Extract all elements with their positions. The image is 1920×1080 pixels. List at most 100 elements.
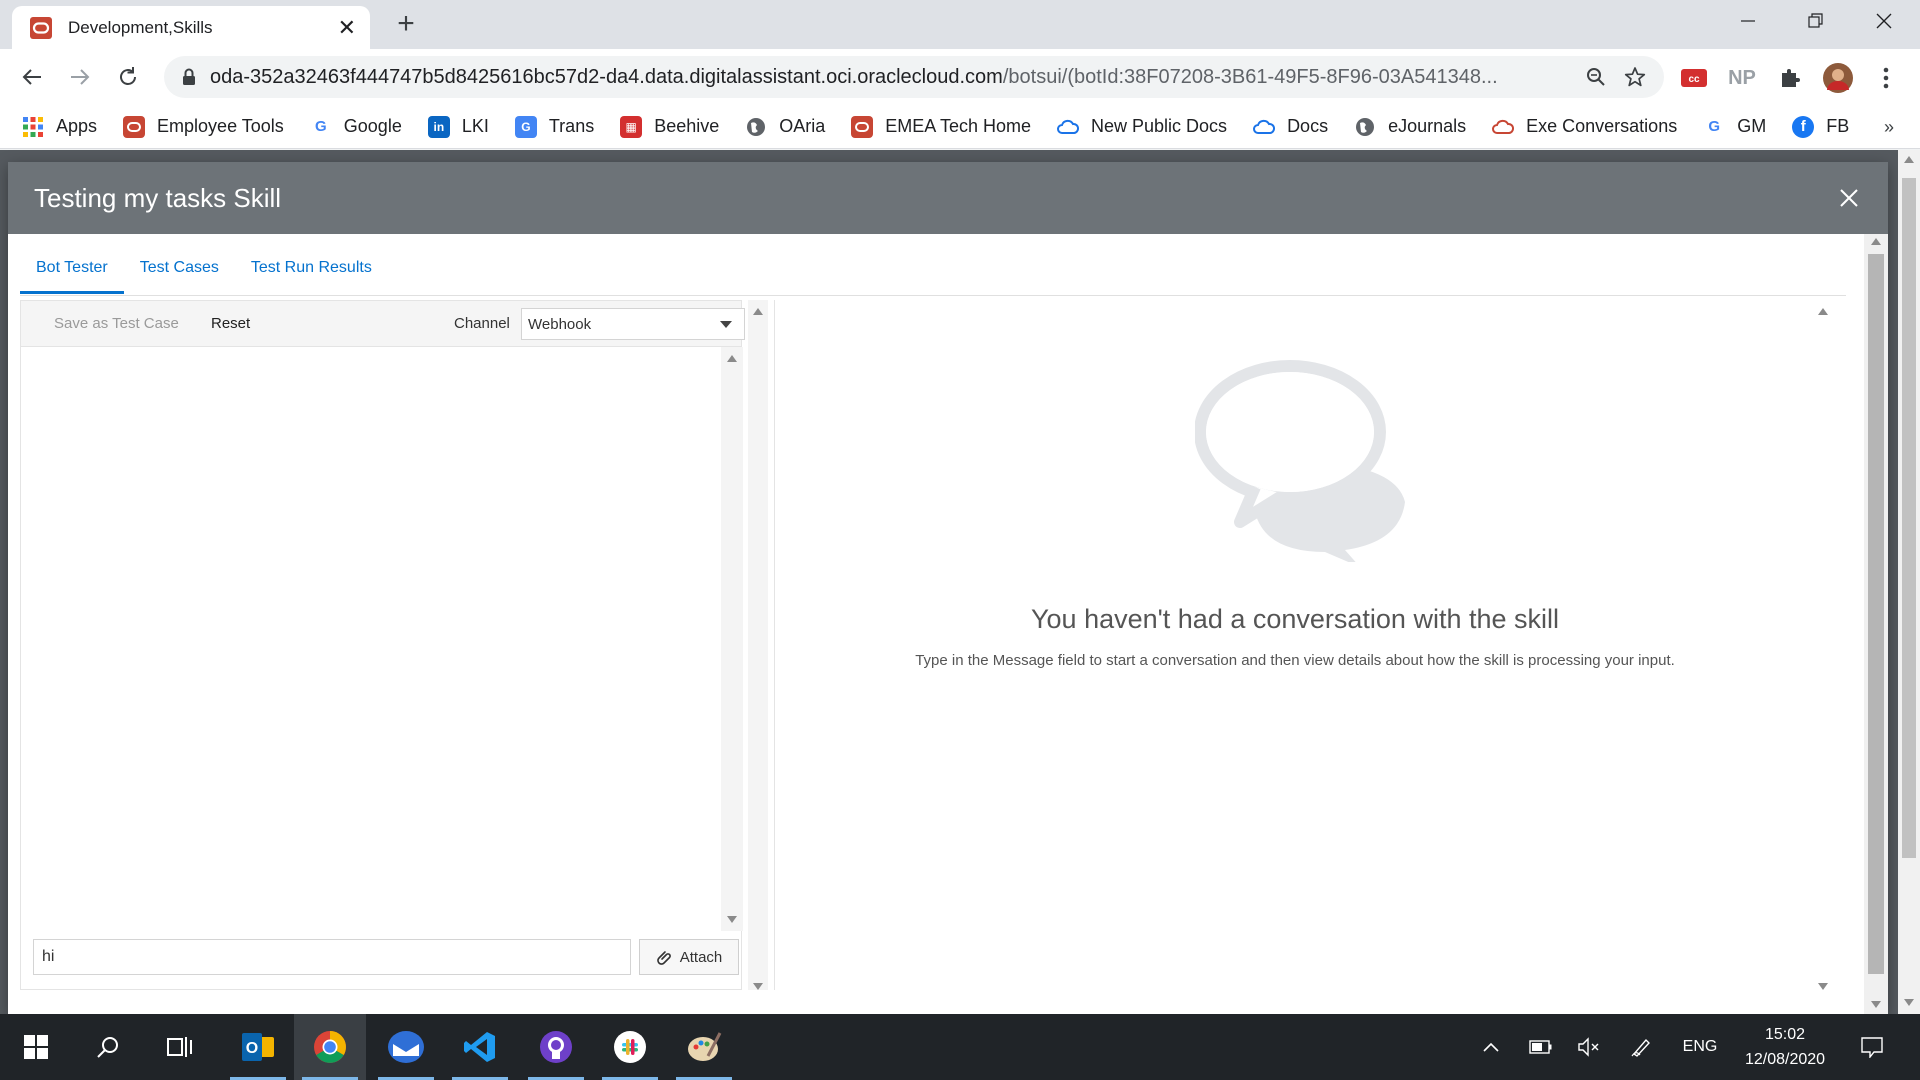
scroll-up-icon[interactable]: [1871, 238, 1881, 245]
arrow-left-icon: [22, 69, 41, 85]
start-button[interactable]: [0, 1014, 72, 1080]
paint-icon: [688, 1032, 722, 1061]
scroll-down-icon[interactable]: [1818, 983, 1828, 990]
pane-splitter-scrollbar[interactable]: [748, 300, 768, 990]
scroll-down-icon[interactable]: [753, 983, 763, 990]
bookmark-apps[interactable]: Apps: [22, 116, 97, 138]
volume-muted-icon[interactable]: [1572, 1014, 1606, 1080]
close-tab-icon[interactable]: ✕: [338, 15, 356, 41]
channel-select[interactable]: Webhook: [521, 308, 745, 340]
channel-selected-value: Webhook: [528, 316, 592, 333]
url-host: oda-352a32463f444747b5d8425616bc57d2-da4…: [210, 65, 1003, 88]
browser-tab[interactable]: Development,Skills ✕: [12, 6, 370, 49]
taskbar-vscode[interactable]: [444, 1014, 516, 1080]
clock-time: 15:02: [1764, 1026, 1806, 1043]
oracle-icon: [851, 115, 874, 138]
taskbar-outlook[interactable]: O: [222, 1014, 294, 1080]
pen-icon[interactable]: [1624, 1014, 1658, 1080]
battery-icon[interactable]: [1524, 1014, 1558, 1080]
save-as-test-case-button[interactable]: Save as Test Case: [54, 315, 179, 332]
restore-window-button[interactable]: [1798, 6, 1834, 36]
show-hidden-icons-button[interactable]: [1474, 1014, 1508, 1080]
system-clock[interactable]: 15:02 12/08/2020: [1730, 1022, 1840, 1072]
task-view-icon: [167, 1037, 192, 1057]
scroll-down-icon[interactable]: [1904, 999, 1914, 1006]
bookmark-new-public-docs[interactable]: New Public Docs: [1057, 116, 1227, 138]
taskbar-mail[interactable]: [370, 1014, 442, 1080]
close-dialog-icon[interactable]: [1834, 183, 1864, 213]
bookmark-label: EMEA Tech Home: [885, 116, 1032, 136]
bookmark-fb[interactable]: f FB: [1792, 115, 1850, 138]
message-input[interactable]: [33, 939, 631, 975]
conversation-pane: Save as Test Case Reset Channel Webhook …: [20, 300, 745, 990]
browser-menu-button[interactable]: [1870, 62, 1902, 94]
forward-button[interactable]: [64, 61, 96, 93]
input-language-indicator[interactable]: ENG: [1672, 1014, 1728, 1080]
zoom-icon[interactable]: [1586, 67, 1606, 87]
dialog-scrollbar[interactable]: [1864, 234, 1888, 1014]
scroll-up-icon[interactable]: [1818, 308, 1828, 315]
minimize-window-button[interactable]: [1730, 6, 1766, 36]
dialog-tabs: Bot Tester Test Cases Test Run Results: [20, 240, 1846, 296]
reload-button[interactable]: [112, 61, 144, 93]
taskbar-paint[interactable]: [668, 1014, 740, 1080]
search-button[interactable]: [72, 1014, 144, 1080]
scroll-up-icon[interactable]: [727, 355, 737, 362]
np-extension-icon[interactable]: NP: [1726, 62, 1758, 94]
search-icon: [97, 1037, 118, 1058]
profile-avatar[interactable]: [1822, 62, 1854, 94]
new-tab-button[interactable]: +: [390, 8, 422, 40]
taskbar-github[interactable]: [520, 1014, 592, 1080]
taskbar-slack[interactable]: [594, 1014, 666, 1080]
task-view-button[interactable]: [144, 1014, 216, 1080]
bookmark-exe-conversations[interactable]: Exe Conversations: [1492, 116, 1677, 138]
vscode-icon: [464, 1032, 495, 1062]
reset-button[interactable]: Reset: [211, 315, 250, 332]
page-scrollbar[interactable]: [1898, 150, 1920, 1014]
bookmark-label: eJournals: [1388, 116, 1467, 136]
lock-icon: [183, 68, 195, 85]
bookmark-label: FB: [1826, 116, 1850, 136]
address-bar[interactable]: oda-352a32463f444747b5d8425616bc57d2-da4…: [164, 56, 1664, 98]
tab-test-cases[interactable]: Test Cases: [124, 240, 235, 294]
bookmark-beehive[interactable]: ▦ Beehive: [620, 115, 719, 138]
oracle-favicon-icon: [30, 16, 52, 39]
bookmark-oaria[interactable]: OAria: [745, 116, 825, 138]
attach-button[interactable]: Attach: [639, 939, 739, 975]
scroll-up-icon[interactable]: [753, 308, 763, 315]
paperclip-icon: [656, 951, 671, 965]
google-icon: G: [314, 118, 327, 135]
bookmark-lki[interactable]: in LKI: [427, 115, 489, 138]
bookmark-gm[interactable]: G GM: [1703, 116, 1766, 138]
taskbar-chrome[interactable]: [294, 1014, 366, 1080]
scrollbar-thumb[interactable]: [1902, 178, 1916, 858]
dialog-title: Testing my tasks Skill: [34, 182, 282, 213]
browser-toolbar: oda-352a32463f444747b5d8425616bc57d2-da4…: [0, 49, 1920, 105]
details-scrollbar[interactable]: [1812, 300, 1834, 990]
scrollbar-thumb[interactable]: [1868, 254, 1884, 974]
action-center-button[interactable]: [1852, 1014, 1892, 1080]
bookmark-google[interactable]: G Google: [310, 116, 402, 138]
scroll-down-icon[interactable]: [727, 916, 737, 923]
bookmarks-overflow-icon[interactable]: »: [1884, 117, 1894, 138]
extensions-button[interactable]: [1774, 62, 1806, 94]
scroll-up-icon[interactable]: [1904, 156, 1914, 163]
back-button[interactable]: [16, 61, 48, 93]
cc-extension-button[interactable]: cc: [1678, 62, 1710, 94]
bookmark-employee-tools[interactable]: Employee Tools: [123, 115, 284, 138]
bookmark-emea-tech-home[interactable]: EMEA Tech Home: [851, 115, 1032, 138]
google-icon: G: [1708, 118, 1721, 135]
message-list-scrollbar[interactable]: [721, 347, 743, 931]
close-window-button[interactable]: [1866, 6, 1902, 36]
tab-bot-tester[interactable]: Bot Tester: [20, 240, 124, 294]
tab-test-run-results[interactable]: Test Run Results: [235, 240, 388, 294]
browser-tab-title: Development,Skills: [68, 17, 213, 37]
bookmark-ejournals[interactable]: eJournals: [1354, 116, 1466, 138]
chevron-down-icon: [720, 321, 732, 328]
scroll-down-icon[interactable]: [1871, 1001, 1881, 1008]
bookmark-trans[interactable]: G Trans: [514, 115, 594, 138]
windows-taskbar: O ENG 15:02 12/08/2020: [0, 1014, 1920, 1080]
bookmark-docs[interactable]: Docs: [1253, 116, 1328, 138]
star-bookmark-icon[interactable]: [1624, 66, 1646, 88]
dialog-header: Testing my tasks Skill: [8, 162, 1888, 234]
